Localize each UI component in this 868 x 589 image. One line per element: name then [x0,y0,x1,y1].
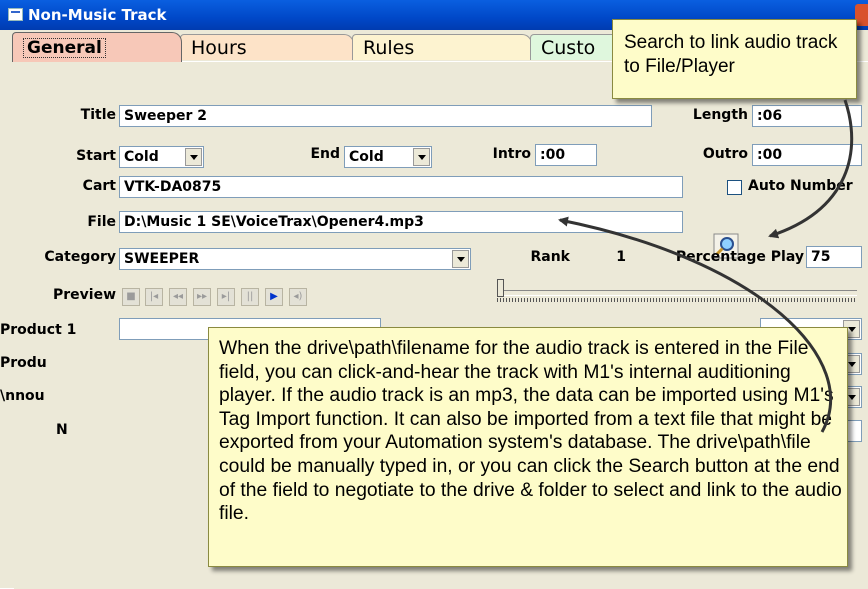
category-label: Category [44,249,116,265]
auto-number-checkbox[interactable] [727,180,742,195]
mute-icon[interactable]: ◂) [289,288,307,306]
start-label: Start [76,148,116,164]
tab-general-label: General [23,38,106,58]
cart-field[interactable]: VTK-DA0875 [119,176,683,198]
percentage-play-field[interactable]: 75 [806,246,862,268]
length-label: Length [692,107,748,123]
percentage-play-label: Percentage Play [675,249,804,265]
stop-icon[interactable]: ■ [122,288,140,306]
window-title: Non-Music Track [28,6,167,24]
end-select[interactable]: Cold [344,146,432,168]
file-tip-callout: When the drive\path\filename for the aud… [208,327,848,567]
preview-position-slider[interactable] [497,290,857,296]
rewind-icon[interactable]: ◂◂ [169,288,187,306]
outro-label: Outro [702,146,748,162]
preview-slider-thumb[interactable] [497,279,504,297]
pause-icon[interactable]: || [241,288,259,306]
category-select-value: SWEEPER [124,251,200,267]
notes-label: N [56,422,68,438]
tab-rules[interactable]: Rules [352,34,532,60]
tab-hours[interactable]: Hours [180,34,354,60]
play-icon[interactable]: ▶ [265,288,283,306]
fast-forward-icon[interactable]: ▸▸ [193,288,211,306]
chevron-down-icon[interactable] [185,148,202,166]
length-field[interactable]: :06 [752,105,862,127]
rank-value: 1 [616,249,626,265]
title-field[interactable]: Sweeper 2 [119,105,652,127]
file-field[interactable]: D:\Music 1 SE\VoiceTrax\Opener4.mp3 [119,211,683,233]
title-label: Title [80,107,116,123]
start-select-value: Cold [124,149,159,165]
announcer-label: \nnou [0,388,45,404]
window-icon [8,8,23,21]
end-select-value: Cold [349,149,384,165]
chevron-down-icon[interactable] [413,148,430,166]
last-icon[interactable]: ▸| [217,288,235,306]
category-select[interactable]: SWEEPER [119,248,471,270]
outro-field[interactable]: :00 [752,144,862,166]
auto-number-label: Auto Number [748,178,853,194]
first-icon[interactable]: |◂ [145,288,163,306]
chevron-down-icon[interactable] [452,250,469,268]
start-select[interactable]: Cold [119,146,204,168]
intro-field[interactable]: :00 [535,144,597,166]
product2-label: Produ [0,355,47,371]
product1-label: Product 1 [0,322,77,338]
cart-label: Cart [82,178,116,194]
end-label: End [310,146,340,162]
preview-label: Preview [52,287,116,303]
intro-label: Intro [492,146,531,162]
file-label: File [87,214,116,230]
slider-ticks [497,298,857,302]
search-tip-callout: Search to link audio track to File/Playe… [612,19,857,99]
rank-label: Rank [530,249,570,265]
tab-general[interactable]: General [12,32,182,62]
